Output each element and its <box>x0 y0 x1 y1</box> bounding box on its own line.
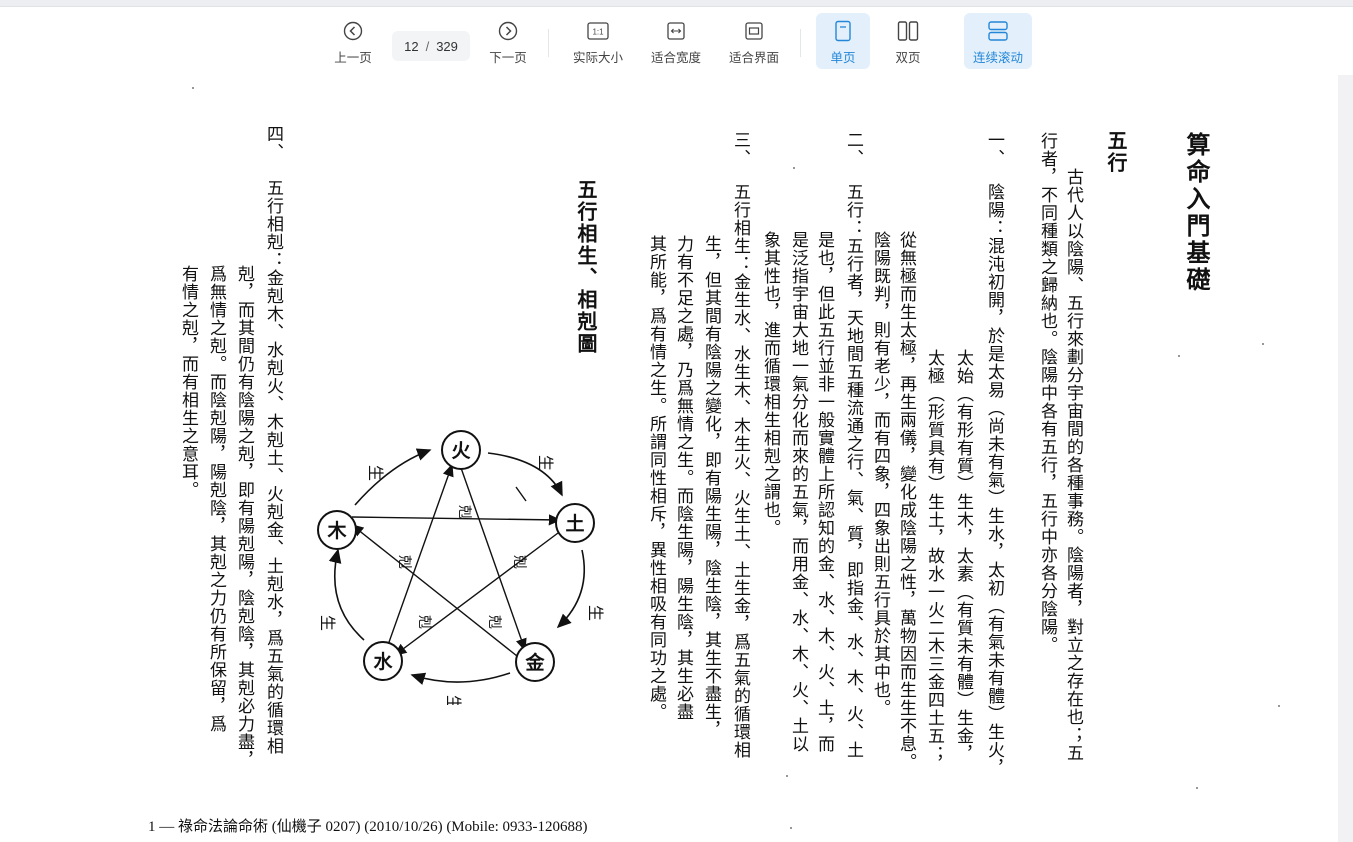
viewer-toolbar: 上一页 12 / 329 下一页 1:1 实际大小 适合宽度 适合界面 单页 双… <box>0 7 1353 75</box>
fit-page-icon <box>744 17 764 45</box>
sheng-arrow <box>410 672 511 685</box>
ke-label: 剋 <box>511 555 527 569</box>
sheng-label: 生 <box>444 695 463 705</box>
item2-line: 象其性也，進而循環相生相剋之謂也。 <box>760 231 780 537</box>
node-metal-label: 金 <box>524 651 545 674</box>
item3-line: 其所能，爲有情之生。所謂同性相斥，異性相吸有同功之處。 <box>646 235 666 721</box>
ke-label: 剋 <box>456 505 472 519</box>
scan-speck <box>192 87 194 89</box>
item4-line: 有情之剋，而有相生之意耳。 <box>178 265 198 499</box>
page-indicator[interactable]: 12 / 329 <box>392 31 470 61</box>
node-earth: 土 <box>555 503 595 543</box>
ke-arrow <box>393 529 563 656</box>
next-page-label: 下一页 <box>489 50 527 65</box>
node-fire-label: 火 <box>451 440 471 462</box>
page-footer: 1 — 祿命法論命術 (仙機子 0207) (2010/10/26) (Mobi… <box>148 819 588 835</box>
intro-line: 行者，不同種類之歸納也。陰陽中各有五行，五行中亦各分陰陽。 <box>1037 132 1057 654</box>
fit-width-icon <box>666 17 686 45</box>
ke-label: 剋 <box>396 555 412 569</box>
item-marker: 一、 <box>984 131 1004 167</box>
item1-line: 從無極而生太極，再生兩儀，變化成陰陽之性，萬物因而生生不息。 <box>896 231 916 771</box>
scan-speck <box>793 167 795 169</box>
ke-label: 剋 <box>486 615 502 629</box>
item3-line: 生，但其間有陰陽之變化，即有陽生陽，陰生陰，其生不盡生， <box>701 235 721 739</box>
item1-line: 陰陽既判，則有老少，而有四象，四象出則五行具於其中也。 <box>870 231 890 717</box>
fit-width-label: 适合宽度 <box>650 50 701 65</box>
sheng-label: 生 <box>366 465 385 481</box>
item1-line: 陰陽：混沌初開，於是太易（尚未有氣）生水，太初（有氣未有體）生火， <box>984 183 1004 777</box>
document-page[interactable]: 算命入門基礎 五行 古代人以陰陽、五行來劃分宇宙間的各種事務。陰陽者，對立之存在… <box>0 75 1338 842</box>
sheng-tick <box>515 486 527 502</box>
item3-line: 五行相生：金生水、水生木、木生火、火生土、土生金，爲五氣的循環相 <box>730 183 750 759</box>
prev-page-button[interactable]: 上一页 <box>328 13 378 69</box>
node-metal: 金 <box>515 642 555 682</box>
diagram-title: 五行相生、相剋圖 <box>574 179 598 355</box>
single-page-icon <box>833 17 853 45</box>
single-page-label: 单页 <box>830 50 856 65</box>
page-header: 算命入門基礎 <box>1182 132 1211 294</box>
item2-line: 五行：五行者，天地間五種流通之行、氣、質，即指金、水、木、火、土 <box>843 183 863 759</box>
node-water: 水 <box>363 641 403 681</box>
sheng-arrow <box>328 548 365 641</box>
node-earth-label: 土 <box>565 513 584 535</box>
sheng-arrow <box>556 549 586 629</box>
double-page-label: 双页 <box>895 50 921 65</box>
actual-size-icon: 1:1 <box>587 17 609 45</box>
node-water-label: 水 <box>373 651 393 673</box>
vertical-scrollbar[interactable] <box>1338 75 1353 842</box>
continuous-scroll-button[interactable]: 连续滚动 <box>964 13 1032 69</box>
continuous-scroll-label: 连续滚动 <box>972 50 1023 65</box>
item4-line: 五行相剋：金剋木、水剋火、木剋土、火剋金、土剋水，爲五氣的循環相 <box>263 179 283 755</box>
scan-speck <box>1178 355 1180 357</box>
item1-line: 太始（有形有質）生木，太素（有質未有體）生金， <box>953 349 973 763</box>
section-title: 五行 <box>1104 130 1128 174</box>
next-page-button[interactable]: 下一页 <box>483 13 533 69</box>
scan-speck <box>1196 787 1198 789</box>
single-page-button[interactable]: 单页 <box>816 13 870 69</box>
chevron-left-circle-icon <box>343 17 363 45</box>
sheng-label: 生 <box>318 615 337 631</box>
fit-page-button[interactable]: 适合界面 <box>722 13 786 69</box>
item3-line: 力有不足之處，乃爲無情之生。而陰生陽，陽生陰，其生必盡 <box>673 235 693 721</box>
item1-line: 太極（形質具有）生土，故水一火二木三金四土五； <box>924 349 944 763</box>
double-page-icon <box>897 17 919 45</box>
ke-arrow <box>351 514 562 526</box>
five-elements-diagram: 火 土 金 水 木 生 生 生 生 生 剋 剋 剋 剋 剋 <box>317 430 605 705</box>
item4-line: 爲無情之剋。而陰剋陽，陽剋陰，其剋之力仍有所保留，爲 <box>206 265 226 733</box>
scan-speck <box>786 775 788 777</box>
double-page-button[interactable]: 双页 <box>881 13 935 69</box>
toolbar-divider <box>800 29 801 57</box>
item-marker: 四、 <box>263 125 283 161</box>
toolbar-divider <box>548 29 549 57</box>
actual-size-button[interactable]: 1:1 实际大小 <box>566 13 630 69</box>
current-page-input[interactable]: 12 <box>404 39 418 54</box>
sheng-label: 生 <box>586 605 605 621</box>
node-wood-label: 木 <box>326 519 347 542</box>
ke-label: 剋 <box>416 615 432 629</box>
scan-speck <box>790 827 792 829</box>
item2-line: 是也，但此五行並非一般實體上所認知的金、水、木、火、土，而 <box>814 231 834 753</box>
window-top-strip <box>0 0 1353 7</box>
intro-line: 古代人以陰陽、五行來劃分宇宙間的各種事務。陰陽者，對立之存在也；五 <box>1063 168 1083 762</box>
item-marker: 二、 <box>843 131 863 167</box>
fit-width-button[interactable]: 适合宽度 <box>644 13 708 69</box>
chevron-right-circle-icon <box>498 17 518 45</box>
total-pages: 329 <box>436 38 458 54</box>
item2-line: 是泛指宇宙大地一氣分化而來的五氣，而用金、水、木、火、土以 <box>788 231 808 753</box>
node-wood: 木 <box>317 510 357 550</box>
prev-page-label: 上一页 <box>334 50 372 65</box>
sheng-label: 生 <box>536 455 555 471</box>
fit-page-label: 适合界面 <box>728 50 779 65</box>
item4-line: 剋，而其間仍有陰陽之剋，即有陽剋陽，陰剋陰，其剋必力盡， <box>234 265 254 769</box>
ke-arrow <box>350 524 523 661</box>
actual-size-icon-text: 1:1 <box>592 28 604 37</box>
scan-speck <box>1278 705 1280 707</box>
item-marker: 三、 <box>730 131 750 167</box>
scan-speck <box>1262 343 1264 345</box>
actual-size-label: 实际大小 <box>572 50 623 65</box>
continuous-scroll-icon <box>987 17 1009 45</box>
node-fire: 火 <box>441 430 481 470</box>
page-separator: / <box>425 38 430 54</box>
